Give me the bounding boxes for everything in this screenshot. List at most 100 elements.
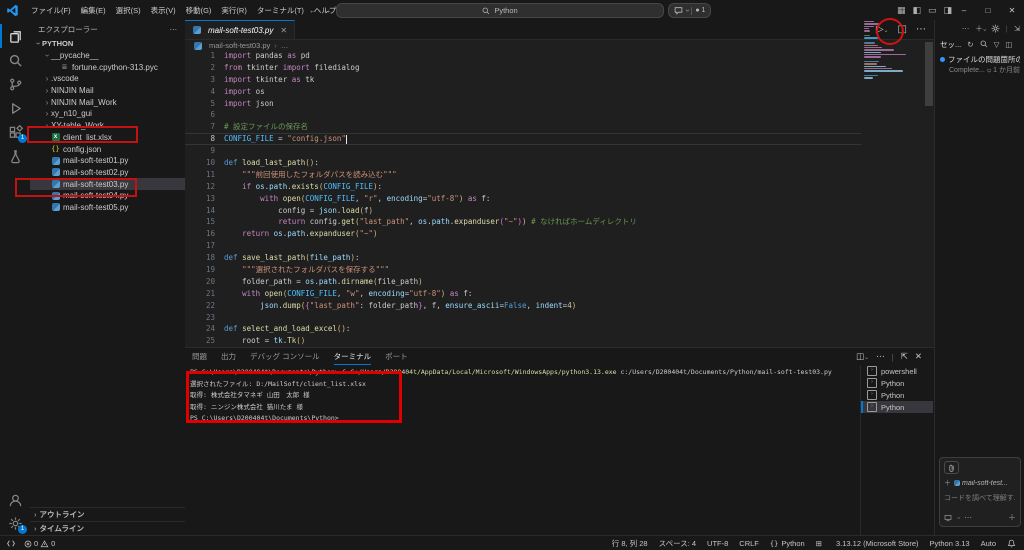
copilot-badge[interactable]: › ● 1 — [668, 3, 711, 18]
panel-tab-問題[interactable]: 問題 — [192, 348, 207, 365]
status-item-Python 3.13[interactable]: Python 3.13 — [930, 539, 970, 548]
toggle-secondary-sidebar-icon[interactable]: ◨ — [943, 5, 952, 16]
expand-chat-icon[interactable]: ⇲ — [1014, 24, 1020, 33]
tree-item-mail-soft-test05.py[interactable]: mail-soft-test05.py — [30, 202, 185, 214]
activity-source-control-icon[interactable] — [0, 72, 30, 96]
command-center-search[interactable]: Python — [336, 3, 664, 18]
view-mode-icon[interactable]: ◫ — [1005, 40, 1012, 49]
panel-tab-ターミナル[interactable]: ターミナル — [334, 348, 372, 365]
status-item-Auto[interactable]: Auto — [981, 539, 996, 548]
toggle-sidebar-icon[interactable]: ◧ — [912, 5, 921, 16]
chat-more-icon[interactable]: ⋯ — [962, 24, 970, 33]
panel-tab-ポート[interactable]: ポート — [385, 348, 408, 365]
menu-1[interactable]: 編集(E) — [76, 6, 111, 15]
tree-item-client_list.xlsx[interactable]: xclient_list.xlsx — [30, 132, 185, 144]
menu-6[interactable]: ターミナル(T) — [252, 6, 309, 15]
tree-item-NINJIN Mail_Work[interactable]: ›NINJIN Mail_Work — [30, 96, 185, 108]
tree-item-XY-table_Work[interactable]: ›XY-table_Work — [30, 120, 185, 132]
gear-icon[interactable] — [991, 24, 1000, 33]
activity-explorer-icon[interactable] — [0, 24, 30, 48]
terminal-output[interactable]: PS C:\Users\D200404t\Documents\Python> &… — [190, 367, 858, 532]
terminal-line-3: 取得: ニンジン株式会社 猫川たま 様 — [190, 402, 858, 414]
menu-0[interactable]: ファイル(F) — [26, 6, 76, 15]
explorer-title: エクスプローラー — [38, 24, 98, 35]
status-item-3.13.12 (Microsoft Store)[interactable]: 3.13.12 (Microsoft Store) — [836, 539, 919, 548]
maximize-panel-icon[interactable]: ⇱ — [901, 351, 908, 362]
code-line-24: 24def select_and_load_excel(): — [185, 323, 861, 335]
sidebar-section-0[interactable]: ›アウトライン — [30, 507, 185, 521]
launch-profile-icon[interactable]: ◫⌄ — [856, 351, 869, 362]
attach-context-button[interactable] — [944, 461, 959, 474]
nav-back-icon[interactable]: ← — [306, 3, 320, 17]
tree-item-__pycache__[interactable]: ›__pycache__ — [30, 50, 185, 62]
menu-5[interactable]: 実行(R) — [216, 6, 251, 15]
status-item-スペース: 4[interactable]: スペース: 4 — [659, 538, 696, 549]
tab-close-icon[interactable]: ✕ — [280, 26, 287, 35]
editor-more-actions-icon[interactable]: ⋯ — [916, 24, 926, 35]
terminal-instance-Python[interactable]: ›Python — [861, 389, 933, 401]
activity-run-debug-icon[interactable] — [0, 96, 30, 120]
filter-icon[interactable]: ▽ — [994, 40, 1000, 49]
status-item-grid[interactable]: ⊞ — [816, 539, 825, 548]
send-button[interactable]: ＋ — [1008, 512, 1016, 523]
tree-item-mail-soft-test01.py[interactable]: mail-soft-test01.py — [30, 155, 185, 167]
menu-2[interactable]: 選択(S) — [111, 6, 146, 15]
panel-more-actions-icon[interactable]: ⋯ — [876, 351, 885, 362]
excel-icon: x — [51, 133, 60, 142]
status-right: 行 8, 列 28スペース: 4UTF-8CRLF{}Python⊞3.13.1… — [612, 538, 1024, 549]
status-item-Python[interactable]: {}Python — [770, 539, 805, 548]
minimize-button[interactable]: – — [952, 0, 976, 20]
panel-tab-デバッグ コンソール[interactable]: デバッグ コンソール — [250, 348, 320, 365]
terminal-instance-Python[interactable]: ›Python — [861, 401, 933, 413]
tree-item-xy_n10_gui[interactable]: ›xy_n10_gui — [30, 108, 185, 120]
editor-tab-bar: mail-soft-test03.py ✕ ▷⌄ ◫ ⋯ — [185, 20, 934, 40]
sessions-tab[interactable]: セッ... — [940, 39, 961, 50]
toggle-panel-icon[interactable]: ▭ — [928, 5, 937, 16]
context-file-chip[interactable]: mail-soft-test... — [954, 480, 1008, 487]
activity-settings-icon[interactable]: 1 — [0, 511, 30, 535]
search-icon[interactable] — [980, 40, 988, 48]
activity-account-icon[interactable] — [0, 488, 30, 512]
close-panel-icon[interactable]: ✕ — [915, 351, 922, 362]
minimap[interactable] — [862, 21, 908, 317]
maximize-button[interactable]: □ — [976, 0, 1000, 20]
close-button[interactable]: ✕ — [1000, 0, 1024, 20]
nav-forward-icon[interactable]: → — [320, 3, 334, 17]
terminal-instance-Python[interactable]: ›Python — [861, 377, 933, 389]
terminal-instance-powershell[interactable]: ›powershell — [861, 365, 933, 377]
editor-scrollbar[interactable] — [925, 42, 933, 106]
sidebar-section-1[interactable]: ›タイムライン — [30, 521, 185, 535]
activity-extensions-icon[interactable]: 1 — [0, 120, 30, 144]
status-item-UTF-8[interactable]: UTF-8 — [707, 539, 728, 548]
refresh-icon[interactable]: ↻ — [967, 40, 973, 49]
remote-indicator-icon[interactable] — [6, 539, 16, 548]
tree-item-PYTHON[interactable]: ›PYTHON — [30, 38, 185, 50]
activity-testing-icon[interactable] — [0, 144, 30, 168]
customize-layout-icon[interactable]: ▦ — [897, 5, 906, 16]
tree-item-fortune.cpython-313.pyc[interactable]: ≣fortune.cpython-313.pyc — [30, 61, 185, 73]
status-item-CRLF[interactable]: CRLF — [739, 539, 759, 548]
tree-item-.vscode[interactable]: ›.vscode — [30, 73, 185, 85]
panel-tab-出力[interactable]: 出力 — [221, 348, 236, 365]
tab-mail-soft-test03[interactable]: mail-soft-test03.py ✕ — [185, 20, 295, 39]
tree-item-config.json[interactable]: {}config.json — [30, 143, 185, 155]
new-chat-icon[interactable]: ＋› — [975, 23, 985, 34]
device-picker-icon[interactable] — [944, 514, 952, 522]
menu-3[interactable]: 表示(V) — [146, 6, 181, 15]
explorer-more-actions-icon[interactable]: ⋯ — [170, 25, 178, 34]
code-editor[interactable]: 1import pandas as pd2from tkinter import… — [185, 50, 934, 347]
tree-item-mail-soft-test02.py[interactable]: mail-soft-test02.py — [30, 167, 185, 179]
menu-4[interactable]: 移動(G) — [181, 6, 217, 15]
problems-status[interactable]: 0 0 — [24, 539, 55, 548]
copilot-count: ● 1 — [695, 7, 705, 14]
tree-item-mail-soft-test03.py[interactable]: mail-soft-test03.py — [30, 178, 185, 190]
chat-input-box[interactable]: ＋ mail-soft-test... コードを調べて理解す... › ⋯ ＋ — [939, 457, 1021, 527]
chat-session-item[interactable]: ファイルの問題箇所の... Complete... 1 か月前 — [935, 52, 1024, 77]
add-context-icon[interactable]: ＋ — [944, 478, 951, 488]
activity-search-icon[interactable] — [0, 48, 30, 72]
tree-item-NINJIN Mail[interactable]: ›NINJIN Mail — [30, 85, 185, 97]
tree-item-mail-soft-test04.py[interactable]: mail-soft-test04.py — [30, 190, 185, 202]
notifications-bell-icon[interactable] — [1007, 539, 1016, 548]
chat-options-icon[interactable]: ⋯ — [964, 513, 972, 522]
status-item-行 8, 列 28[interactable]: 行 8, 列 28 — [612, 538, 648, 549]
